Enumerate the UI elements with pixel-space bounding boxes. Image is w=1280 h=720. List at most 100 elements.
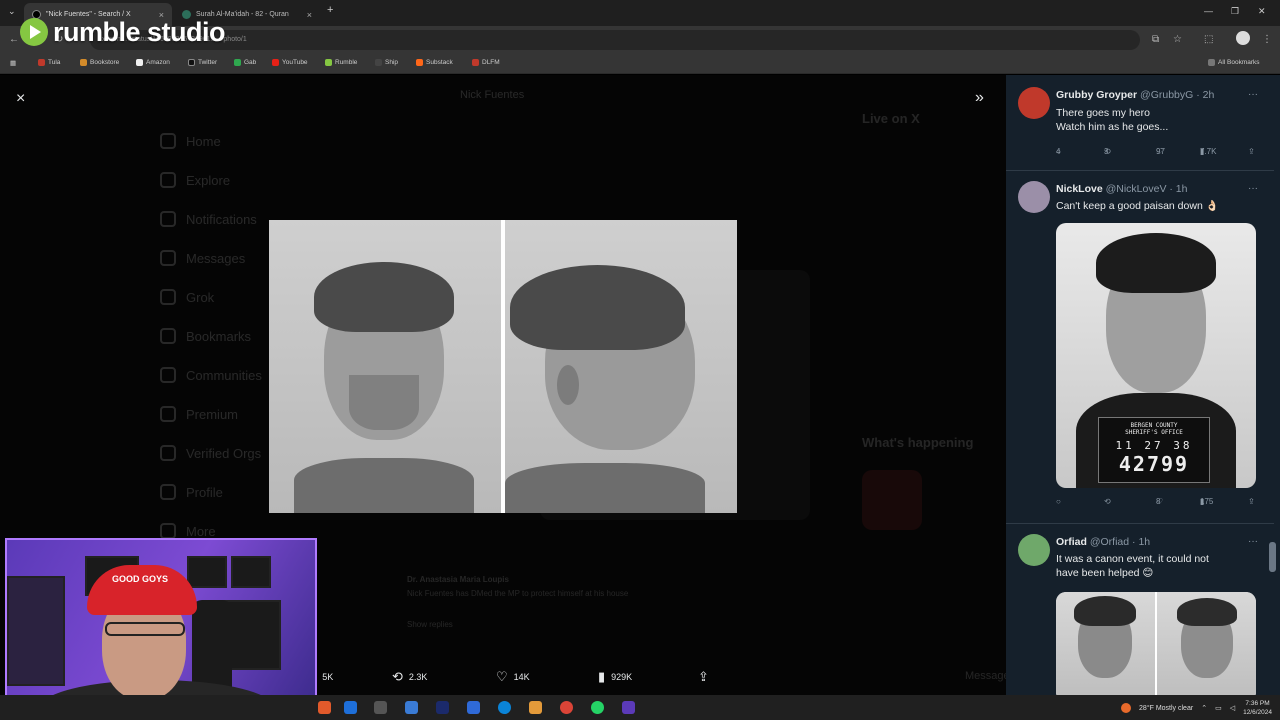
bookmark-item[interactable]: Tula [38,59,60,66]
minimize-button[interactable]: — [1204,6,1213,16]
bookmark-star-icon[interactable]: ☆ [1173,34,1182,45]
author-handle[interactable]: @Orfiad [1090,536,1129,548]
app-taskbar-icon[interactable] [374,701,387,714]
more-options-icon[interactable]: ··· [1248,183,1258,194]
expand-panel-button[interactable]: » [975,89,984,107]
dim-thumbnail [862,470,922,530]
nav-label: Explore [186,172,231,188]
share-button[interactable]: ⇪ [698,669,709,685]
repost-button[interactable]: ⟲ 2.3K [392,669,427,685]
all-bookmarks-button[interactable]: All Bookmarks [1208,59,1260,66]
bookmark-item[interactable]: Twitter [188,59,217,66]
hair-shape [1177,598,1237,626]
new-tab-button[interactable]: + [327,4,333,16]
dim-reply-text: Nick Fuentes has DMed the MP to protect … [407,589,629,598]
glasses [105,622,185,636]
bookmark-favicon-icon [188,59,195,66]
back-icon[interactable]: ← [9,34,19,45]
address-bar[interactable]: x.com/…/status/1864918157369615…/photo/1 [90,30,1140,50]
views-chart-icon: ▮ [598,669,606,684]
shirt-shape [505,463,705,513]
nav-item: Communities [160,367,262,383]
mugshot-side-view [505,220,737,513]
nav-label: Profile [186,484,223,500]
bookmark-item[interactable]: Gab [234,59,256,66]
placard-date: 11 27 38 [1115,439,1193,452]
messages-icon [160,250,176,266]
bookmark-favicon-icon [272,59,279,66]
bookmark-label: Amazon [146,59,170,66]
cast-icon[interactable]: ⧉ [1152,34,1159,45]
maximize-button[interactable]: ❐ [1231,6,1239,17]
clock[interactable]: 7:36 PM 12/6/2024 [1243,699,1272,717]
close-window-button[interactable]: ✕ [1258,6,1266,17]
dim-reply-author: Dr. Anastasia Maria Loupis [407,575,509,584]
app-taskbar-icon[interactable] [622,701,635,714]
hair-shape [510,265,685,350]
app-taskbar-icon[interactable] [529,701,542,714]
whatsapp-taskbar-icon[interactable] [591,701,604,714]
reply-item[interactable]: Orfiad @Orfiad · 1h ··· It was a canon e… [1006,524,1274,695]
more-options-icon[interactable]: ··· [1248,536,1258,547]
volume-icon[interactable]: ◁ [1230,704,1235,712]
reply-count: 4 [1056,147,1061,156]
reply-item[interactable]: Grubby Groyper @GrubbyG · 2h ··· There g… [1006,75,1274,171]
nav-label: Notifications [186,211,257,227]
replies-scrollbar[interactable] [1269,542,1276,572]
placard-line: BERGEN COUNTY [1130,422,1178,429]
tab-search-icon[interactable]: ⌄ [8,6,16,17]
author-name[interactable]: Grubby Groyper [1056,89,1137,101]
bookmark-label: YouTube [282,59,308,66]
avatar[interactable] [1018,534,1050,566]
avatar[interactable] [1018,181,1050,213]
bookmark-item[interactable]: Substack [416,59,453,66]
bookmark-label: Tula [48,59,61,66]
hair-shape [1096,233,1216,293]
clock-time: 7:36 PM [1245,700,1270,707]
reply-photo-mugshot[interactable]: BERGEN COUNTY SHERIFF'S OFFICE 11 27 38 … [1056,223,1256,488]
app-taskbar-icon[interactable] [318,701,331,714]
browser-menu-icon[interactable]: ⋮ [1262,34,1272,45]
bookmark-item[interactable]: YouTube [272,59,308,66]
notifications-icon [160,211,176,227]
network-icon[interactable]: ▭ [1215,704,1222,712]
author-name[interactable]: Orfiad [1056,536,1087,548]
close-viewer-button[interactable]: × [16,90,25,108]
close-tab-icon[interactable]: × [307,10,312,20]
photoshop-taskbar-icon[interactable] [436,701,449,714]
bookmark-label: DLFM [482,59,500,66]
more-options-icon[interactable]: ··· [1248,89,1258,100]
author-name[interactable]: NickLove [1056,183,1103,195]
app-taskbar-icon[interactable] [405,701,418,714]
more-icon [160,523,176,539]
views-button[interactable]: ▮ 929K [598,669,632,685]
reply-text-line: have been helped 😊 [1056,567,1154,579]
author-handle[interactable]: @NickLoveV [1106,183,1167,195]
reply-item[interactable]: NickLove @NickLoveV · 1h ··· Can't keep … [1006,171,1274,524]
weather-text[interactable]: 28°F Mostly clear [1139,705,1193,712]
reply-text: Can't keep a good paisan down 👌🏻 [1056,199,1261,213]
apps-grid-icon[interactable]: ▦ [10,59,16,67]
chrome-taskbar-icon[interactable] [560,701,573,714]
bookmark-item[interactable]: Bookstore [80,59,119,66]
extensions-icon[interactable]: ⬚ [1204,34,1213,45]
tray-chevron-icon[interactable]: ⌃ [1201,704,1207,712]
mugshot-photo[interactable] [269,220,737,513]
app-taskbar-icon[interactable] [467,701,480,714]
bookmark-item[interactable]: Amazon [136,59,170,66]
author-handle[interactable]: @GrubbyG [1140,89,1193,101]
bookmark-item[interactable]: DLFM [472,59,500,66]
repost-count: 3 [1104,147,1109,156]
reply-text-line: There goes my hero [1056,107,1150,119]
bookmark-item[interactable]: Ship [375,59,398,66]
edge-taskbar-icon[interactable] [498,701,511,714]
repost-icon: ⟲ [1104,497,1111,506]
view-count: 929K [611,672,633,682]
avatar[interactable] [1018,87,1050,119]
file-explorer-taskbar-icon[interactable] [344,701,357,714]
profile-avatar-icon[interactable] [1236,31,1250,45]
reply-photo-mugshots[interactable] [1056,592,1256,695]
bookmark-item[interactable]: Rumble [325,59,357,66]
reply-icon: ○ [1056,497,1061,506]
like-button[interactable]: ♡ 14K [496,669,530,685]
